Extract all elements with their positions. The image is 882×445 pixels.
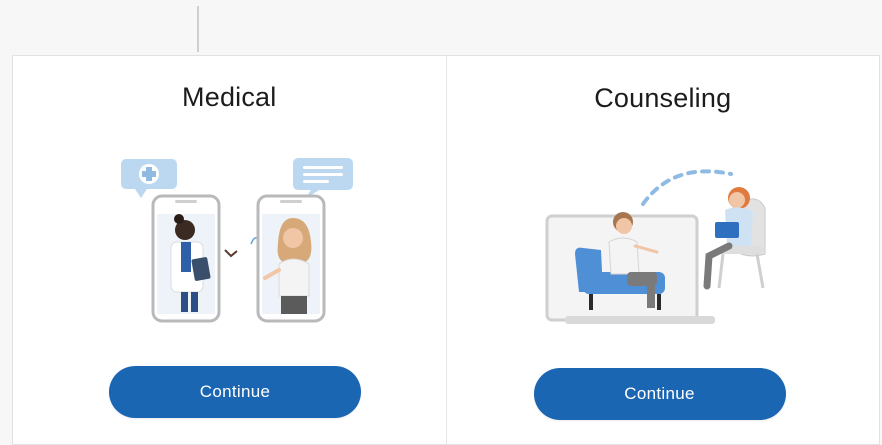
continue-button-counseling[interactable]: Continue — [533, 368, 786, 420]
card-title: Medical — [182, 82, 277, 112]
counseling-session-illustration — [545, 169, 765, 324]
card-title: Counseling — [594, 83, 732, 113]
video-call-doctor-illustration — [121, 158, 353, 323]
service-card-medical: Medical Continue — [13, 56, 446, 444]
divider — [197, 6, 199, 52]
service-card-counseling: Counseling Continue — [445, 56, 880, 444]
service-selection-panel: Medical Continue Counseling Continue — [12, 55, 880, 445]
continue-button-medical[interactable]: Continue — [109, 366, 361, 418]
